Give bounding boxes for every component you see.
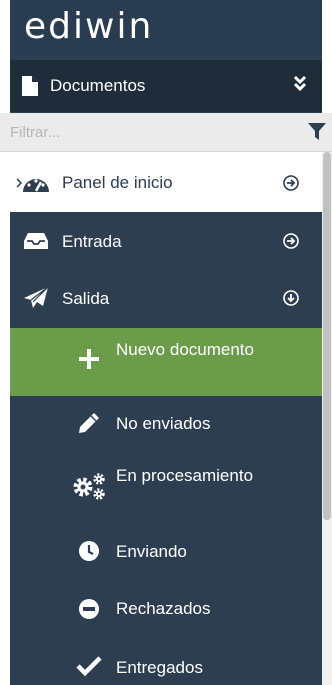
arrow-circle-down-icon[interactable] bbox=[282, 289, 300, 312]
nav-item-entrada[interactable]: Entrada bbox=[10, 212, 322, 270]
salida-item-label: Rechazados bbox=[116, 599, 211, 618]
app-header: ediwin bbox=[10, 0, 322, 56]
salida-item-label: Enviando bbox=[116, 542, 187, 561]
nav-item-salida[interactable]: Salida bbox=[10, 270, 322, 328]
salida-item-nuevo-documento[interactable]: Nuevo documento bbox=[10, 328, 322, 396]
filter-bar bbox=[0, 113, 332, 152]
nav-item-label: Panel de inicio bbox=[62, 173, 173, 192]
nav-item-label: Salida bbox=[62, 289, 110, 308]
minus-circle-icon bbox=[78, 598, 100, 625]
arrow-circle-right-icon[interactable] bbox=[282, 232, 300, 255]
nav-item-panel-de-inicio[interactable]: Panel de inicio bbox=[10, 152, 322, 212]
salida-item-label: Entregados bbox=[116, 658, 203, 677]
dashboard-icon bbox=[16, 172, 52, 199]
salida-item-enviando[interactable]: Enviando bbox=[10, 526, 322, 582]
arrow-circle-right-icon[interactable] bbox=[282, 174, 300, 197]
clock-icon bbox=[78, 540, 100, 567]
send-icon bbox=[24, 286, 49, 314]
salida-item-en-procesamiento[interactable]: En procesamiento bbox=[10, 454, 322, 526]
double-chevron-down-icon[interactable] bbox=[292, 74, 308, 99]
filter-icon[interactable] bbox=[308, 123, 326, 146]
salida-item-entregados[interactable]: Entregados bbox=[10, 638, 322, 685]
app-logo[interactable]: ediwin bbox=[24, 6, 153, 47]
file-icon bbox=[22, 76, 38, 101]
salida-item-label: En procesamiento bbox=[116, 466, 254, 485]
filter-input[interactable] bbox=[8, 119, 292, 145]
nav-item-label: Entrada bbox=[62, 232, 122, 251]
inbox-icon bbox=[24, 232, 48, 255]
documents-menu[interactable]: Documentos bbox=[10, 60, 322, 112]
check-icon bbox=[76, 656, 102, 681]
left-edge bbox=[0, 0, 10, 685]
salida-item-label: No enviados bbox=[116, 414, 211, 433]
documents-menu-label: Documentos bbox=[50, 76, 146, 95]
salida-item-label: Nuevo documento bbox=[116, 340, 254, 359]
plus-icon bbox=[78, 348, 100, 375]
salida-item-no-enviados[interactable]: No enviados bbox=[10, 396, 322, 454]
scrollbar-thumb[interactable] bbox=[323, 152, 331, 520]
pencil-icon bbox=[78, 412, 100, 439]
gears-icon bbox=[72, 472, 108, 505]
salida-item-rechazados[interactable]: Rechazados bbox=[10, 582, 322, 638]
